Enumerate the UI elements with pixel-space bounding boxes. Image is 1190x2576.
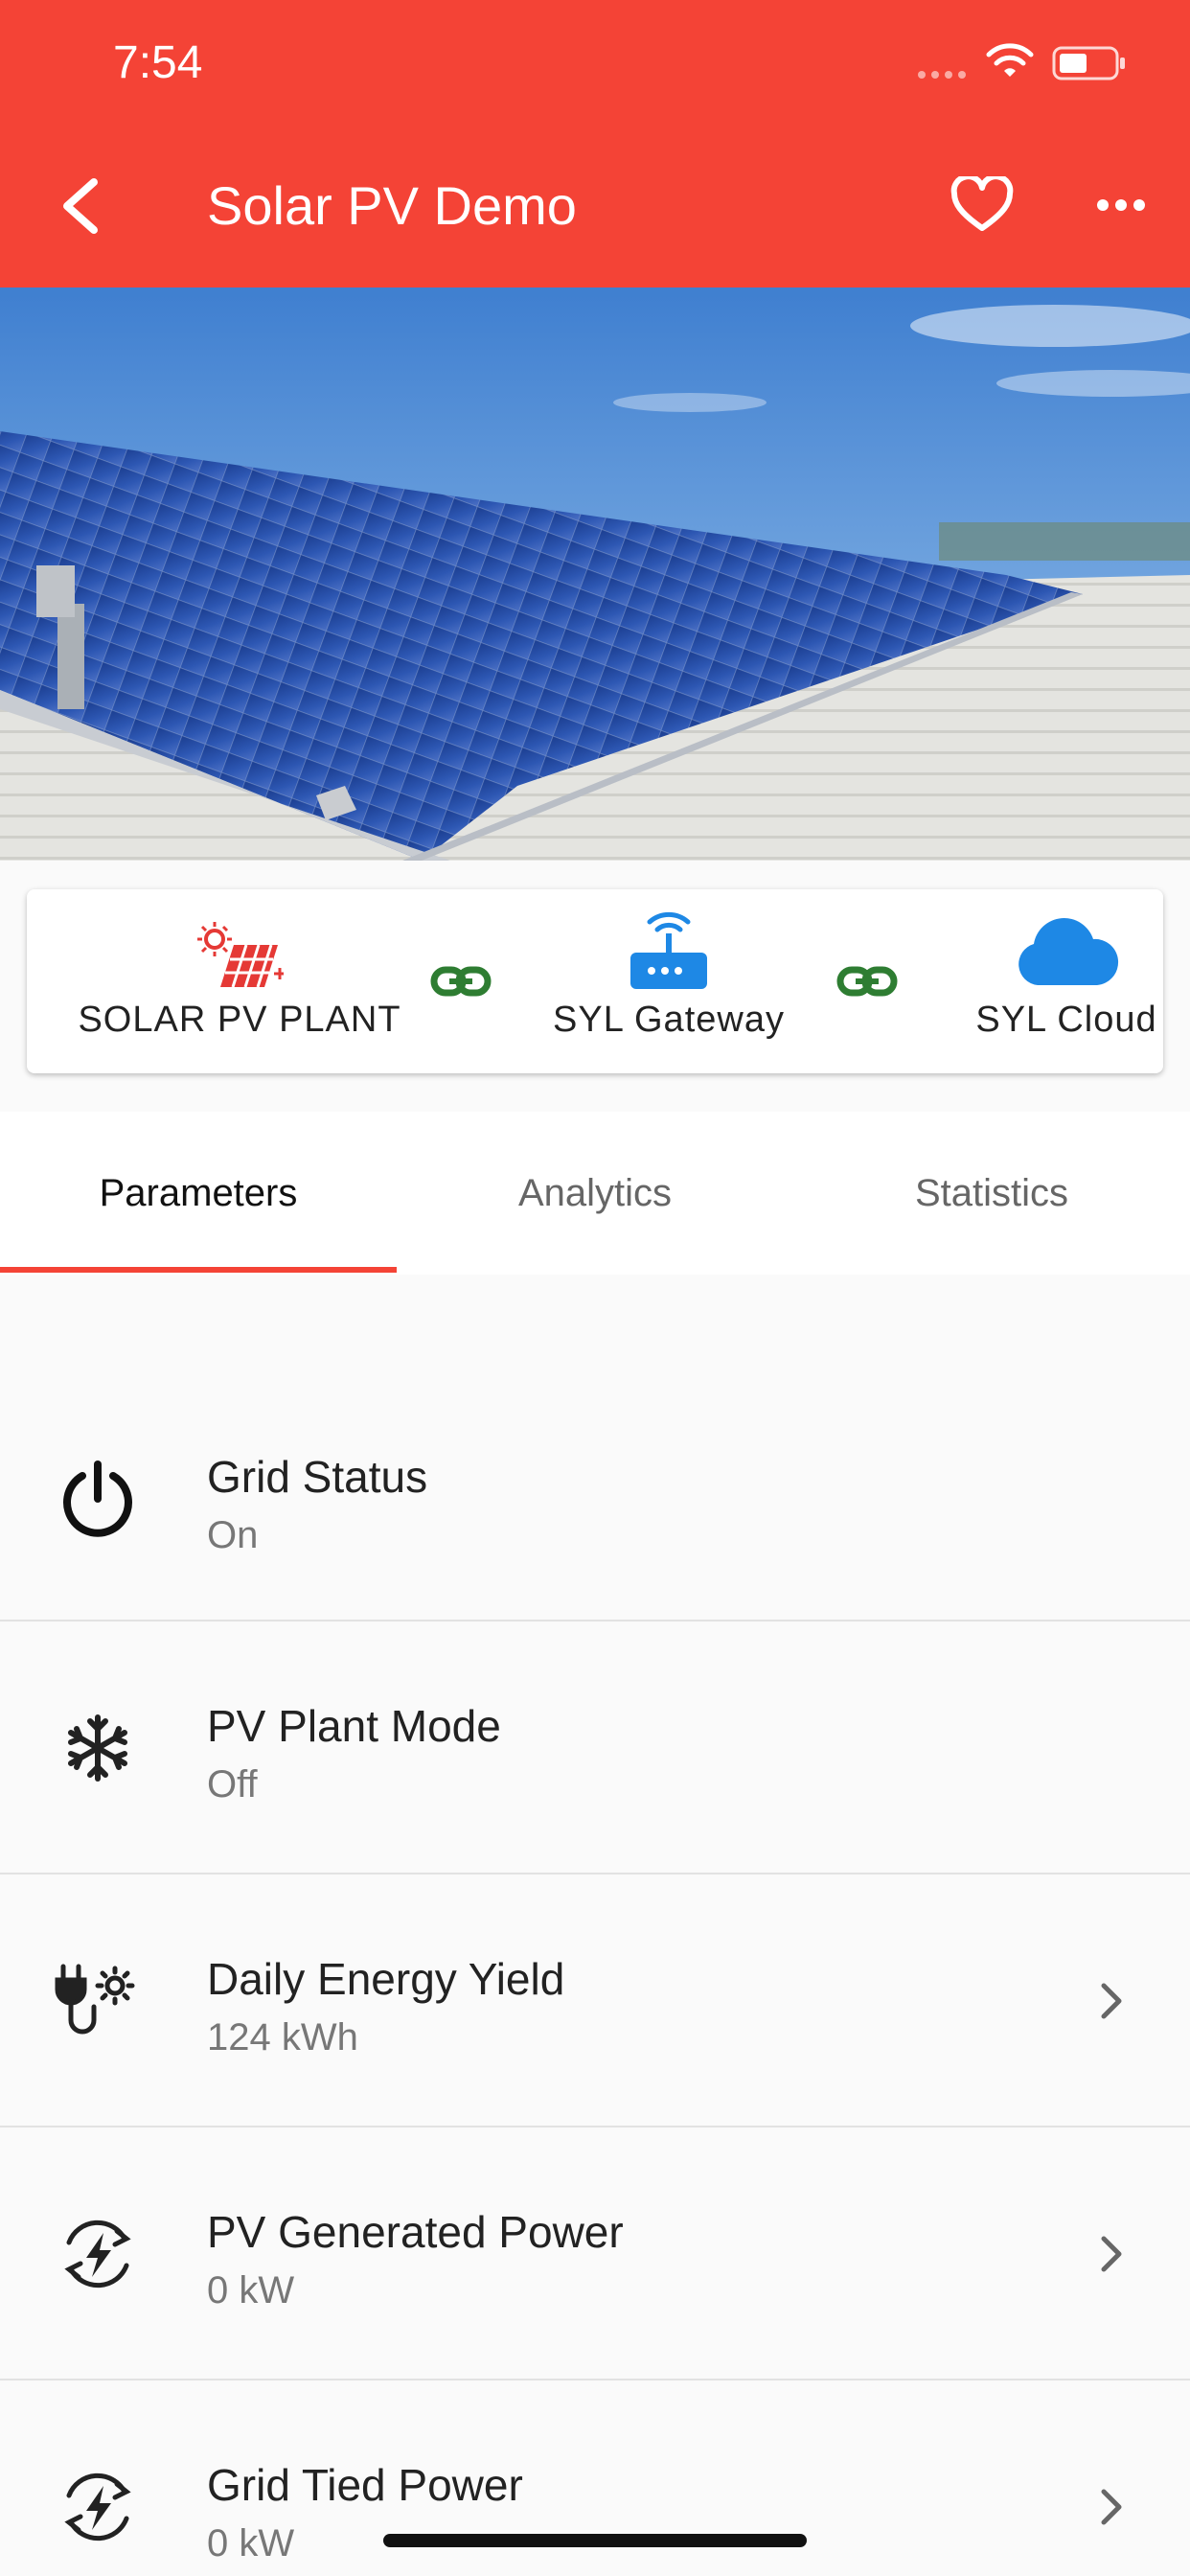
cloud-icon xyxy=(1018,918,1119,985)
more-options-button[interactable] xyxy=(1096,197,1146,213)
signal-icon xyxy=(918,71,966,79)
node-label: SYL Cloud xyxy=(975,1000,1157,1040)
battery-icon xyxy=(1052,46,1125,80)
node-label: SOLAR PV PLANT xyxy=(78,1000,401,1040)
tab-parameters[interactable]: Parameters xyxy=(0,1112,397,1275)
home-indicator xyxy=(383,2534,807,2547)
energy-cycle-icon xyxy=(64,2472,131,2542)
list-item-grid-status[interactable]: Grid Status On xyxy=(0,1368,1190,1622)
status-time: 7:54 xyxy=(113,37,203,88)
list-item-pv-plant-mode[interactable]: PV Plant Mode Off xyxy=(0,1622,1190,1874)
list-item-pv-generated-power[interactable]: PV Generated Power 0 kW xyxy=(0,2128,1190,2380)
favorite-button[interactable] xyxy=(950,176,1014,234)
chevron-right-icon xyxy=(1101,2236,1122,2272)
list-item-daily-energy-yield[interactable]: Daily Energy Yield 124 kWh xyxy=(0,1874,1190,2128)
power-icon xyxy=(63,1460,132,1537)
row-value: 124 kWh xyxy=(207,2016,358,2058)
row-title: Grid Status xyxy=(207,1452,428,1502)
row-title: Daily Energy Yield xyxy=(207,1954,565,2004)
chevron-right-icon xyxy=(1101,2489,1122,2525)
chevron-right-icon xyxy=(1101,1983,1122,2019)
screen: 7:54 Solar PV Demo SOLAR PV PLANT SYL Ga… xyxy=(0,0,1190,2576)
row-value: 0 kW xyxy=(207,2269,295,2312)
connection-card: SOLAR PV PLANT SYL Gateway SYL Cloud xyxy=(27,889,1163,1073)
solar-panel-icon xyxy=(197,922,284,988)
node-syl-gateway[interactable]: SYL Gateway xyxy=(506,908,832,1041)
tab-indicator xyxy=(0,1267,397,1273)
energy-cycle-icon xyxy=(64,2220,131,2288)
page-title: Solar PV Demo xyxy=(207,175,577,236)
row-value: Off xyxy=(207,1763,258,1806)
tab-bar: Parameters Analytics Statistics xyxy=(0,1112,1190,1275)
row-value: 0 kW xyxy=(207,2522,295,2564)
row-value: On xyxy=(207,1514,259,1556)
app-bar: 7:54 Solar PV Demo xyxy=(0,0,1190,288)
node-syl-cloud[interactable]: SYL Cloud xyxy=(927,908,1190,1041)
router-icon xyxy=(630,911,707,989)
tab-statistics[interactable]: Statistics xyxy=(793,1112,1190,1275)
row-title: PV Generated Power xyxy=(207,2207,624,2257)
node-solar-pv-plant[interactable]: SOLAR PV PLANT xyxy=(48,918,431,1041)
row-title: PV Plant Mode xyxy=(207,1701,501,1751)
hero-image xyxy=(0,288,1190,861)
back-button[interactable] xyxy=(54,172,111,240)
tab-analytics[interactable]: Analytics xyxy=(397,1112,793,1275)
snowflake-icon xyxy=(68,1714,127,1782)
wifi-icon xyxy=(986,43,1034,77)
link-icon xyxy=(836,966,898,997)
node-label: SYL Gateway xyxy=(553,1000,785,1040)
row-title: Grid Tied Power xyxy=(207,2460,523,2510)
link-icon xyxy=(430,966,492,997)
parameter-list: Grid Status On PV Plant Mode Off Daily E… xyxy=(0,1368,1190,2576)
plug-sun-icon xyxy=(55,1964,135,2035)
